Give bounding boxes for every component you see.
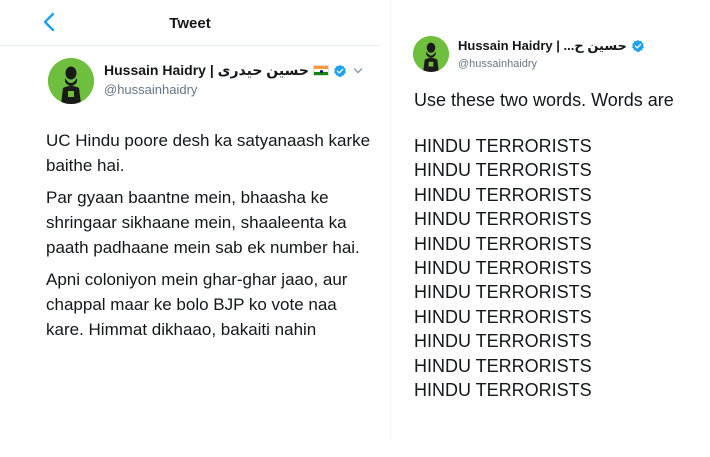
tweet-line: HINDU TERRORISTS (414, 282, 592, 303)
page-title: Tweet (169, 15, 211, 32)
tweet-line: HINDU TERRORISTS (414, 258, 592, 279)
tweet-line: HINDU TERRORISTS (414, 209, 592, 230)
tweet-paragraph: Apni coloniyon mein ghar-ghar jaao, aur … (46, 270, 348, 339)
india-flag-icon (312, 65, 329, 76)
chevron-down-icon[interactable] (353, 66, 363, 76)
avatar-portrait-icon (413, 36, 449, 72)
avatar[interactable] (413, 36, 449, 72)
screenshot-divider (390, 0, 391, 440)
verified-badge-icon (333, 64, 347, 78)
tweet-paragraph: UC Hindu poore desh ka satyanaash karke … (46, 131, 371, 175)
verified-badge-icon (631, 39, 645, 53)
avatar[interactable] (48, 58, 94, 104)
tweet-line: HINDU TERRORISTS (414, 233, 592, 254)
author-name-row: Hussain Haidry | ...حسین ح (458, 38, 645, 54)
tweet-line: HINDU TERRORISTS (414, 380, 592, 401)
avatar-portrait-icon (48, 58, 94, 104)
author-display-name[interactable]: Hussain Haidry | ...حسین ح (458, 38, 627, 54)
author-handle[interactable]: @hussainhaidry (458, 58, 537, 70)
author-name-row: Hussain Haidry | حسین حیدری (104, 62, 363, 79)
tweet-body: UC Hindu poore desh ka satyanaash karke … (46, 128, 376, 349)
tweet-detail-screenshot: Tweet Hussain Haidry | حسین حیدری @hussa… (0, 0, 380, 420)
author-handle[interactable]: @hussainhaidry (104, 82, 197, 97)
tweet-repeated-lines: HINDU TERRORISTS HINDU TERRORISTS HINDU … (414, 134, 592, 402)
tweet-card-screenshot: Hussain Haidry | ...حسین ح @hussainhaidr… (400, 28, 710, 438)
tweet-intro-text: Use these two words. Words are (414, 90, 674, 110)
tweet-line: HINDU TERRORISTS (414, 331, 592, 352)
tweet-line: HINDU TERRORISTS (414, 306, 592, 327)
tweet-line: HINDU TERRORISTS (414, 160, 592, 181)
crop-edge (0, 400, 380, 420)
tweet-line: HINDU TERRORISTS (414, 136, 592, 156)
author-display-name[interactable]: Hussain Haidry | حسین حیدری (104, 62, 309, 79)
top-navigation-bar: Tweet (0, 0, 380, 46)
tweet-line: HINDU TERRORISTS (414, 355, 592, 376)
tweet-line: HINDU TERRORISTS (414, 184, 592, 205)
tweet-paragraph: Par gyaan baantne mein, bhaasha ke shrin… (46, 188, 360, 257)
